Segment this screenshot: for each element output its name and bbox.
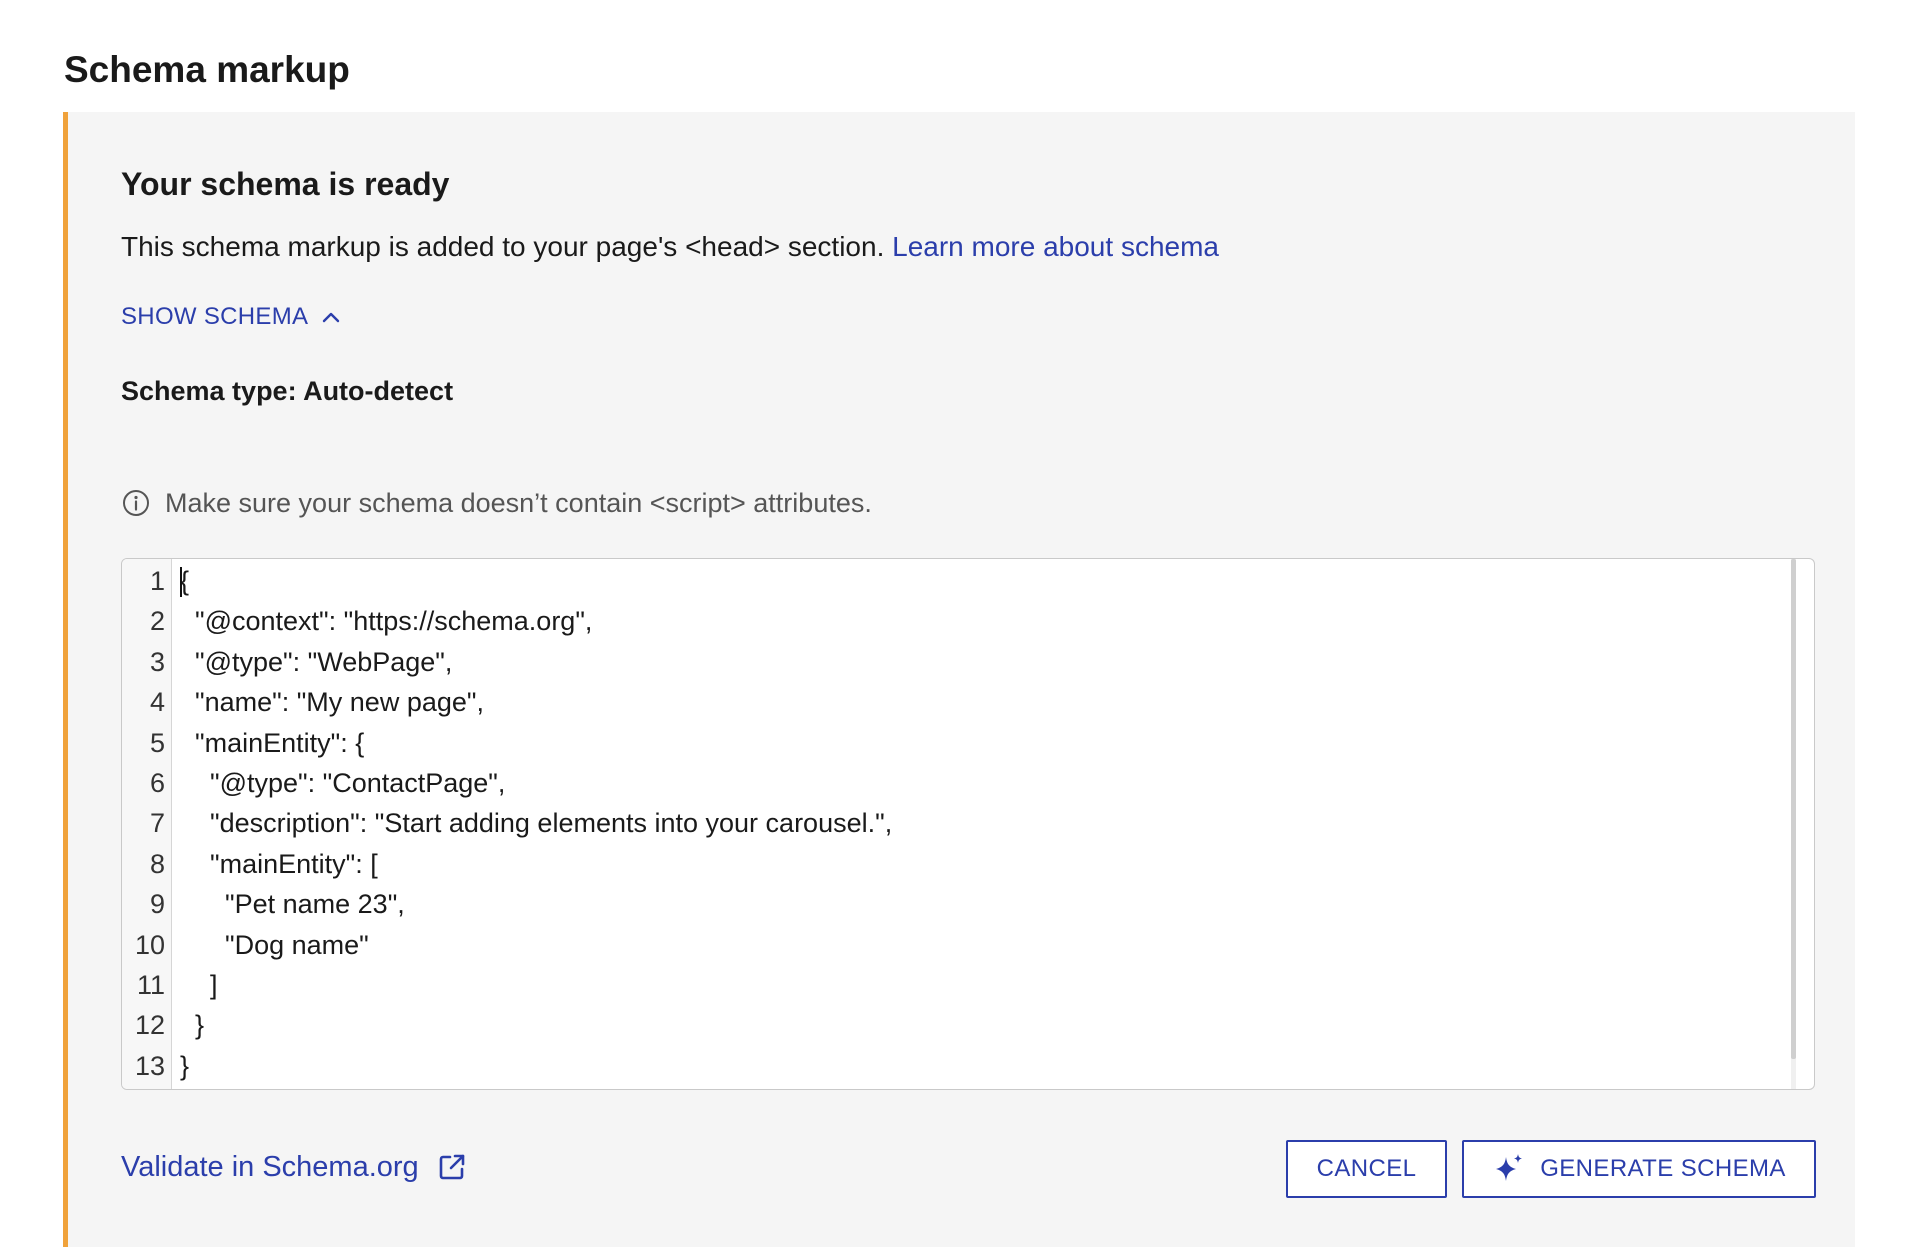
line-number: 12 bbox=[134, 1010, 165, 1041]
validate-schema-link[interactable]: Validate in Schema.org bbox=[121, 1149, 467, 1185]
line-number: 13 bbox=[134, 1050, 165, 1081]
line-number: 3 bbox=[149, 646, 165, 677]
line-number: 9 bbox=[149, 889, 165, 920]
generate-button-label: GENERATE SCHEMA bbox=[1540, 1155, 1786, 1182]
code-line: } bbox=[180, 1050, 190, 1081]
validate-link-label: Validate in Schema.org bbox=[121, 1151, 419, 1183]
external-link-icon bbox=[437, 1152, 467, 1182]
show-schema-toggle[interactable]: SHOW SCHEMA bbox=[121, 302, 340, 332]
description-text: This schema markup is added to your page… bbox=[121, 231, 885, 262]
code-line: "mainEntity": [ bbox=[180, 848, 378, 879]
generate-schema-button[interactable]: GENERATE SCHEMA bbox=[1462, 1140, 1816, 1198]
line-number: 11 bbox=[136, 969, 165, 1000]
code-line: { bbox=[180, 566, 190, 596]
info-icon bbox=[121, 488, 151, 518]
section-title: Schema markup bbox=[64, 49, 350, 90]
panel-title: Your schema is ready bbox=[121, 166, 450, 202]
line-number: 2 bbox=[149, 606, 165, 637]
code-area[interactable]: { "@context": "https://schema.org", "@ty… bbox=[172, 559, 1814, 1089]
schema-panel: Your schema is ready This schema markup … bbox=[63, 112, 1855, 1247]
line-number: 1 bbox=[149, 566, 165, 596]
schema-type-label: Schema type: Auto-detect bbox=[121, 376, 454, 406]
code-line: "mainEntity": { bbox=[180, 727, 365, 758]
code-line: ] bbox=[180, 969, 218, 1000]
code-line: } bbox=[180, 1010, 205, 1041]
chevron-up-icon bbox=[322, 311, 340, 323]
code-line: "@type": "WebPage", bbox=[180, 646, 453, 677]
line-number: 4 bbox=[149, 687, 165, 718]
text-caret bbox=[180, 567, 182, 597]
learn-more-link[interactable]: Learn more about schema bbox=[892, 231, 1219, 262]
line-number: 6 bbox=[149, 767, 165, 798]
code-line: "name": "My new page", bbox=[180, 687, 484, 718]
line-number-gutter: 1 2 3 4 5 6 7 8 9 10 11 12 13 bbox=[122, 559, 172, 1089]
schema-code-editor[interactable]: 1 2 3 4 5 6 7 8 9 10 11 12 13 { "@contex… bbox=[121, 558, 1815, 1090]
line-number: 10 bbox=[134, 929, 165, 960]
sparkle-icon bbox=[1492, 1152, 1526, 1186]
code-line: "Dog name" bbox=[180, 929, 369, 960]
code-line: "@context": "https://schema.org", bbox=[180, 606, 593, 637]
show-schema-label: SHOW SCHEMA bbox=[121, 303, 309, 330]
cancel-button[interactable]: CANCEL bbox=[1286, 1140, 1447, 1198]
script-notice: Make sure your schema doesn’t contain <s… bbox=[121, 486, 872, 520]
code-line: "@type": "ContactPage", bbox=[180, 767, 506, 798]
code-line: "Pet name 23", bbox=[180, 889, 405, 920]
panel-description: This schema markup is added to your page… bbox=[121, 229, 1219, 265]
line-number: 5 bbox=[149, 727, 165, 758]
editor-scrollbar-thumb[interactable] bbox=[1791, 559, 1796, 1059]
page: Schema markup Your schema is ready This … bbox=[0, 0, 1907, 1255]
cancel-button-label: CANCEL bbox=[1316, 1155, 1417, 1182]
code-line: "description": "Start adding elements in… bbox=[180, 808, 893, 839]
line-number: 8 bbox=[149, 848, 165, 879]
notice-text: Make sure your schema doesn’t contain <s… bbox=[165, 488, 872, 518]
line-number: 7 bbox=[149, 808, 165, 839]
